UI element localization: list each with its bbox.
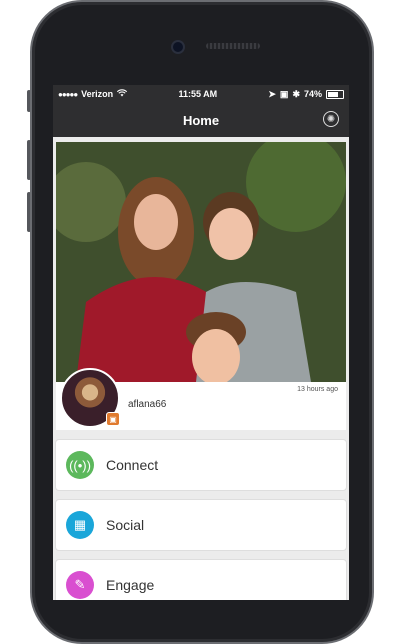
post-footer: ▣ aflana66 13 hours ago (56, 368, 346, 430)
front-camera (171, 40, 185, 54)
post-username[interactable]: aflana66 (128, 399, 166, 410)
menu-item-label: Connect (106, 457, 159, 473)
carrier-name: Verizon (81, 89, 114, 99)
menu-item-label: Social (106, 517, 145, 533)
broadcast-icon: ((•)) (66, 451, 94, 479)
menu-item-engage[interactable]: ✎ Engage (56, 560, 346, 600)
nav-bar: Home ✺ (53, 103, 349, 137)
gear-icon[interactable]: ✺ (323, 111, 339, 127)
featured-post-card[interactable]: ▣ aflana66 13 hours ago (56, 142, 346, 430)
menu-item-social[interactable]: ▦ Social (56, 500, 346, 550)
post-timestamp: 13 hours ago (297, 386, 338, 393)
menu-item-connect[interactable]: ((•)) Connect (56, 440, 346, 490)
wifi-icon (117, 89, 128, 99)
screen-mirroring-icon: ▣ (279, 88, 289, 99)
badge-icon: ▣ (106, 412, 120, 426)
app-screen: ●●●●● Verizon 11:55 AM ➤ ▣ ✱ 74% Home ✺ (53, 85, 349, 600)
battery-percent: 74% (303, 89, 322, 99)
location-icon: ➤ (268, 88, 276, 99)
menu-item-label: Engage (106, 577, 155, 593)
status-bar: ●●●●● Verizon 11:55 AM ➤ ▣ ✱ 74% (53, 85, 349, 103)
signal-strength: ●●●●● (58, 89, 78, 99)
edit-icon: ✎ (66, 571, 94, 599)
earpiece-speaker (206, 43, 260, 49)
battery-icon (326, 89, 344, 99)
page-title: Home (182, 112, 220, 128)
post-photo[interactable] (56, 142, 346, 382)
image-icon: ▦ (66, 511, 94, 539)
status-time: 11:55 AM (178, 89, 218, 99)
bluetooth-icon: ✱ (292, 88, 300, 99)
